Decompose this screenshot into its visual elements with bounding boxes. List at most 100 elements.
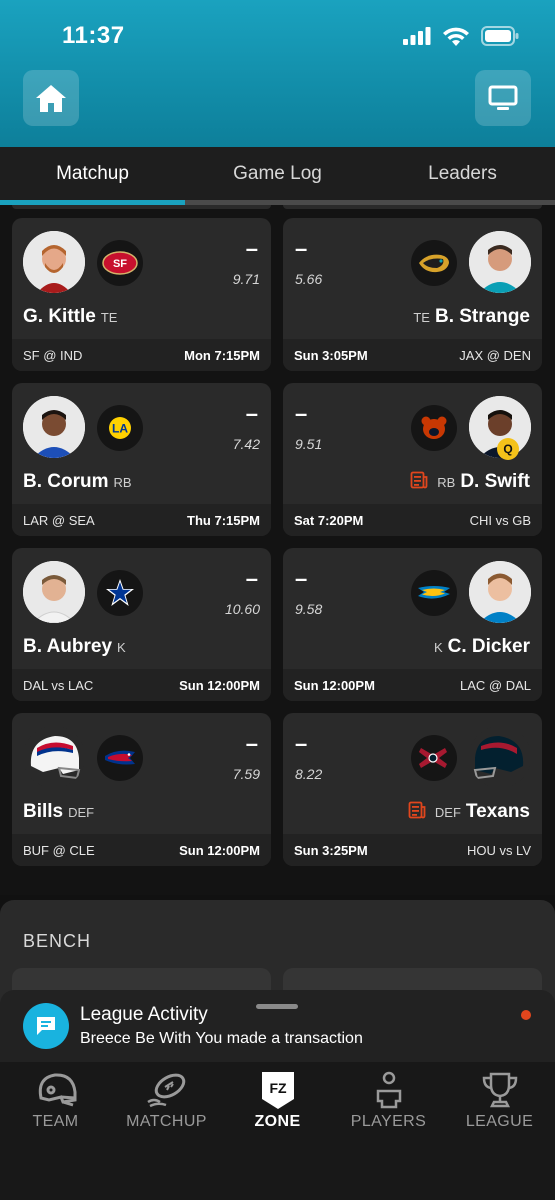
projected-points: 8.22 bbox=[295, 766, 323, 782]
zone-glyph: FZ bbox=[269, 1080, 287, 1096]
drag-handle[interactable] bbox=[256, 1004, 298, 1009]
player-card-swift[interactable]: Q – 9.51 RB D. Swift Sat 7:20PM CHI vs GB bbox=[283, 383, 542, 536]
game-time: Sat 7:20PM bbox=[294, 512, 364, 528]
player-position: K bbox=[433, 640, 443, 655]
game-info: LAR @ SEA Thu 7:15PM bbox=[12, 504, 271, 536]
player-name: D. Swift bbox=[460, 471, 530, 492]
texans-logo-icon bbox=[411, 735, 457, 781]
chargers-logo-icon bbox=[411, 570, 457, 616]
activity-title: League Activity bbox=[80, 1004, 208, 1025]
player-score: – bbox=[295, 236, 308, 261]
team-card-texans[interactable]: – 8.22 DEF Texans Sun 3:25PM HOU vs LV bbox=[283, 713, 542, 866]
league-activity-toast[interactable]: League Activity Breece Be With You made … bbox=[0, 990, 555, 1062]
player-score: – bbox=[245, 401, 258, 426]
player-avatar bbox=[23, 561, 85, 623]
projected-points: 7.59 bbox=[232, 766, 260, 782]
battery-icon bbox=[481, 26, 519, 46]
nav-team[interactable]: TEAM bbox=[0, 1062, 111, 1200]
team-name-line: DEF Texans bbox=[408, 801, 530, 823]
game-matchup: JAX @ DEN bbox=[459, 347, 531, 363]
game-matchup: LAC @ DAL bbox=[460, 677, 531, 693]
projected-points: 7.42 bbox=[232, 436, 260, 452]
signal-icon bbox=[403, 27, 431, 45]
player-name-line: B. Corum RB bbox=[23, 471, 137, 493]
player-card-kittle[interactable]: SF – 9.71 G. Kittle TE SF @ IND Mon 7:15PM bbox=[12, 218, 271, 371]
player-avatar bbox=[23, 396, 85, 458]
home-icon bbox=[36, 85, 66, 112]
player-card-corum[interactable]: LA – 7.42 B. Corum RB LAR @ SEA Thu 7:15PM bbox=[12, 383, 271, 536]
svg-text:LA: LA bbox=[112, 422, 128, 436]
nav-matchup[interactable]: MATCHUP bbox=[111, 1062, 222, 1200]
nav-players[interactable]: PLAYERS bbox=[333, 1062, 444, 1200]
trophy-icon bbox=[478, 1070, 522, 1110]
game-time: Sun 12:00PM bbox=[294, 677, 375, 693]
unread-dot bbox=[521, 1010, 531, 1020]
football-icon bbox=[145, 1070, 189, 1110]
player-name-line: RB D. Swift bbox=[410, 471, 530, 493]
nav-label: ZONE bbox=[254, 1113, 301, 1130]
status-icons bbox=[403, 26, 519, 46]
game-matchup: HOU vs LV bbox=[466, 842, 531, 858]
tv-icon bbox=[488, 85, 518, 110]
game-time: Sun 3:25PM bbox=[294, 842, 368, 858]
team-card-bills[interactable]: – 7.59 Bills DEF BUF @ CLE Sun 12:00PM bbox=[12, 713, 271, 866]
player-score: – bbox=[295, 401, 308, 426]
player-score: – bbox=[245, 566, 258, 591]
player-name: B. Aubrey bbox=[23, 636, 113, 657]
projected-points: 9.51 bbox=[295, 436, 323, 452]
matchup-content: SF – 9.71 G. Kittle TE SF @ IND Mon 7:15PM… bbox=[0, 205, 555, 895]
card-edge bbox=[283, 205, 542, 209]
nav-label: PLAYERS bbox=[350, 1113, 427, 1130]
game-time: Sun 12:00PM bbox=[179, 677, 260, 693]
player-position: RB bbox=[113, 475, 132, 490]
status-time: 11:37 bbox=[62, 22, 125, 49]
game-matchup: LAR @ SEA bbox=[23, 512, 95, 528]
game-info: Sat 7:20PM CHI vs GB bbox=[283, 504, 542, 536]
player-name: G. Kittle bbox=[23, 306, 96, 327]
projected-points: 10.60 bbox=[224, 601, 260, 617]
game-time: Sun 12:00PM bbox=[179, 842, 260, 858]
nav-zone[interactable]: FZ ZONE bbox=[222, 1062, 333, 1200]
game-time: Mon 7:15PM bbox=[184, 347, 260, 363]
player-avatar bbox=[469, 231, 531, 293]
game-matchup: DAL vs LAC bbox=[23, 677, 94, 693]
tab-game-log[interactable]: Game Log bbox=[185, 147, 370, 205]
wifi-icon bbox=[443, 27, 469, 46]
tab-bar: Matchup Game Log Leaders bbox=[0, 147, 555, 205]
bears-logo-icon bbox=[411, 405, 457, 451]
team-name: Bills bbox=[23, 801, 64, 822]
home-button[interactable] bbox=[23, 70, 79, 126]
nav-label: TEAM bbox=[32, 1113, 79, 1130]
game-matchup: CHI vs GB bbox=[469, 512, 531, 528]
game-matchup: SF @ IND bbox=[23, 347, 83, 363]
player-card-dicker[interactable]: – 9.58 K C. Dicker Sun 12:00PM LAC @ DAL bbox=[283, 548, 542, 701]
player-position: RB bbox=[437, 475, 456, 490]
player-name: B. Corum bbox=[23, 471, 109, 492]
player-card-strange[interactable]: – 5.66 TE B. Strange Sun 3:05PM JAX @ DEN bbox=[283, 218, 542, 371]
game-info: DAL vs LAC Sun 12:00PM bbox=[12, 669, 271, 701]
helmet-avatar bbox=[469, 726, 531, 788]
activity-message: Breece Be With You made a transaction bbox=[80, 1030, 363, 1047]
bottom-nav: TEAM MATCHUP FZ ZONE PLAYERS LEAGUE bbox=[0, 1062, 555, 1200]
player-position: TE bbox=[413, 310, 430, 325]
tab-leaders[interactable]: Leaders bbox=[370, 147, 555, 205]
nav-label: MATCHUP bbox=[126, 1113, 207, 1130]
nav-league[interactable]: LEAGUE bbox=[444, 1062, 555, 1200]
player-avatar bbox=[469, 561, 531, 623]
tab-matchup[interactable]: Matchup bbox=[0, 147, 185, 205]
chat-icon bbox=[23, 1003, 69, 1049]
player-score: – bbox=[245, 236, 258, 261]
tv-button[interactable] bbox=[475, 70, 531, 126]
team-score: – bbox=[245, 731, 258, 756]
game-info: SF @ IND Mon 7:15PM bbox=[12, 339, 271, 371]
player-name-line: K C. Dicker bbox=[429, 636, 530, 658]
game-time: Sun 3:05PM bbox=[294, 347, 368, 363]
player-name-line: B. Aubrey K bbox=[23, 636, 131, 658]
rams-logo-icon: LA bbox=[97, 405, 143, 451]
player-name: B. Strange bbox=[434, 306, 530, 327]
fz-shield-icon: FZ bbox=[256, 1070, 300, 1110]
player-card-aubrey[interactable]: – 10.60 B. Aubrey K DAL vs LAC Sun 12:00PM bbox=[12, 548, 271, 701]
card-edge bbox=[12, 205, 271, 209]
team-position: DEF bbox=[68, 805, 95, 820]
team-score: – bbox=[295, 731, 308, 756]
